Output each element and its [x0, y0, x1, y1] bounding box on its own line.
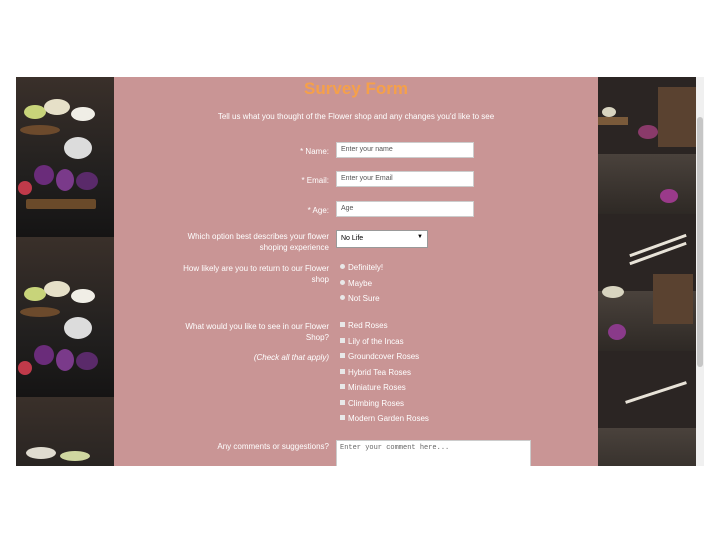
- flower-photo-tile: [16, 77, 114, 237]
- name-input[interactable]: Enter your name: [336, 142, 474, 158]
- flower-background-left: [16, 77, 114, 466]
- radio-maybe[interactable]: Maybe: [340, 279, 372, 289]
- checkbox-lily-of-the-incas[interactable]: Lily of the Incas: [340, 337, 404, 347]
- radio-label: Definitely!: [348, 263, 384, 272]
- page-scrollbar[interactable]: [696, 77, 704, 466]
- scrollbar-thumb[interactable]: [697, 117, 703, 367]
- checkbox-label: Miniature Roses: [348, 383, 406, 392]
- checkbox-modern-garden-roses[interactable]: Modern Garden Roses: [340, 414, 429, 424]
- checkbox-groundcover-roses[interactable]: Groundcover Roses: [340, 352, 419, 362]
- checkbox-label: Lily of the Incas: [348, 337, 404, 346]
- check-hint: (Check all that apply): [253, 353, 329, 362]
- survey-form: Survey Form Tell us what you thought of …: [114, 77, 598, 466]
- flower-photo-tile: [16, 237, 114, 397]
- radio-not-sure[interactable]: Not Sure: [340, 294, 380, 304]
- comments-textarea[interactable]: Enter your comment here...: [336, 440, 531, 466]
- checkbox-label: Modern Garden Roses: [348, 414, 429, 423]
- shop-photo-tile: [598, 77, 696, 214]
- option-label: Which option best describes your flower …: [188, 231, 329, 253]
- email-label: * Email:: [301, 176, 329, 185]
- shop-photo-tile: [598, 214, 696, 351]
- checkbox-icon: [340, 400, 345, 405]
- chevron-down-icon: ▼: [417, 234, 423, 240]
- checkbox-label: Climbing Roses: [348, 399, 405, 408]
- flower-shop-background-right: [598, 77, 696, 466]
- experience-select[interactable]: No Life ▼: [336, 230, 428, 248]
- see-label-line2: Shop?: [305, 333, 329, 342]
- return-label: How likely are you to return to our Flow…: [183, 263, 329, 285]
- checkbox-icon: [340, 338, 345, 343]
- checkbox-label: Groundcover Roses: [348, 352, 420, 361]
- return-label-line1: How likely are you to return to our Flow…: [183, 264, 329, 273]
- checkbox-icon: [340, 322, 345, 327]
- return-label-line2: shop: [311, 275, 329, 284]
- radio-icon: [340, 280, 345, 285]
- option-label-line2: shoping experience: [259, 243, 329, 252]
- checkbox-hybrid-tea-roses[interactable]: Hybrid Tea Roses: [340, 368, 411, 378]
- age-input[interactable]: Age: [336, 201, 474, 217]
- radio-definitely[interactable]: Definitely!: [340, 263, 383, 273]
- radio-label: Not Sure: [348, 294, 380, 303]
- checkbox-label: Hybrid Tea Roses: [348, 368, 411, 377]
- option-label-line1: Which option best describes your flower: [187, 232, 329, 241]
- radio-label: Maybe: [348, 279, 373, 288]
- see-label-line1: What would you like to see in our Flower: [185, 322, 329, 331]
- checkbox-icon: [340, 384, 345, 389]
- form-title: Survey Form: [304, 79, 408, 98]
- experience-select-value: No Life: [341, 235, 364, 242]
- email-input[interactable]: Enter your Email: [336, 171, 474, 187]
- see-label: What would you like to see in our Flower…: [185, 321, 329, 343]
- radio-icon: [340, 295, 345, 300]
- comments-label: Any comments or suggestions?: [217, 442, 329, 451]
- form-subtitle: Tell us what you thought of the Flower s…: [217, 112, 495, 121]
- checkbox-icon: [340, 415, 345, 420]
- flower-photo-tile: [16, 397, 114, 466]
- checkbox-icon: [340, 369, 345, 374]
- checkbox-red-roses[interactable]: Red Roses: [340, 321, 388, 331]
- checkbox-miniature-roses[interactable]: Miniature Roses: [340, 383, 406, 393]
- browser-viewport: Survey Form Tell us what you thought of …: [16, 77, 704, 466]
- shop-photo-tile: [598, 351, 696, 466]
- checkbox-label: Red Roses: [348, 321, 388, 330]
- checkbox-icon: [340, 353, 345, 358]
- name-label: * Name:: [300, 147, 329, 156]
- radio-icon: [340, 264, 345, 269]
- checkbox-climbing-roses[interactable]: Climbing Roses: [340, 399, 404, 409]
- age-label: * Age:: [307, 206, 329, 215]
